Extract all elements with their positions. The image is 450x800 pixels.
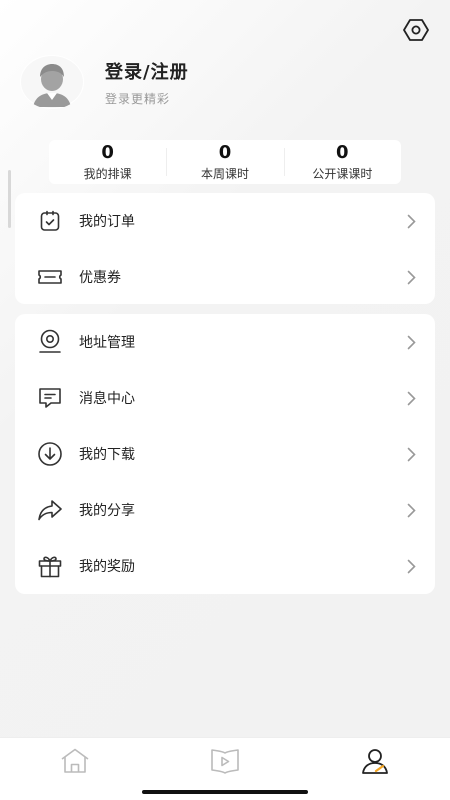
menu-label: 地址管理 [79, 335, 135, 351]
menu-label: 消息中心 [79, 391, 135, 407]
menu-item-share[interactable]: 我的分享 [15, 482, 435, 538]
menu-card-secondary: 地址管理 消息中心 我的下载 我的分享 我的奖励 [15, 314, 435, 594]
stat-public-class-hours[interactable]: 0 公开课课时 [283, 140, 401, 184]
stat-label: 本周课时 [200, 166, 249, 181]
share-arrow-icon [36, 496, 64, 524]
chevron-right-icon [405, 269, 417, 285]
chevron-right-icon [405, 446, 417, 462]
login-subtitle: 登录更精彩 [105, 91, 171, 106]
menu-label: 我的奖励 [79, 559, 135, 575]
chevron-right-icon [405, 213, 417, 229]
menu-item-coupons[interactable]: 优惠券 [15, 249, 435, 305]
menu-label: 我的订单 [79, 214, 135, 230]
default-avatar-icon [21, 56, 83, 108]
home-indicator-bar[interactable] [142, 790, 308, 794]
hexagon-eye-settings-icon [403, 19, 429, 41]
chevron-right-icon [405, 334, 417, 350]
avatar[interactable] [20, 55, 84, 109]
stat-label: 我的排课 [83, 166, 132, 181]
scroll-indicator [8, 170, 11, 228]
profile-header[interactable]: 登录/注册 登录更精彩 [20, 55, 189, 109]
tab-profile[interactable] [300, 738, 450, 800]
login-register-title[interactable]: 登录/注册 [105, 58, 189, 84]
location-pin-icon [36, 328, 64, 356]
stat-value: 0 [101, 141, 114, 163]
stat-value: 0 [218, 141, 232, 163]
menu-label: 优惠券 [79, 270, 121, 286]
gift-box-icon [36, 552, 64, 580]
chevron-right-icon [405, 502, 417, 518]
video-play-icon [211, 749, 239, 774]
menu-item-address[interactable]: 地址管理 [15, 314, 435, 370]
settings-button[interactable] [402, 16, 430, 44]
menu-card-primary: 我的订单 优惠券 [15, 193, 435, 304]
download-circle-icon [36, 440, 64, 468]
stats-panel: 0 我的排课 0 本周课时 0 公开课课时 [49, 140, 401, 184]
menu-item-orders[interactable]: 我的订单 [15, 193, 435, 249]
chevron-right-icon [405, 390, 417, 406]
profile-icon [362, 749, 388, 774]
menu-label: 我的分享 [79, 503, 135, 519]
home-icon [61, 748, 89, 773]
stat-my-schedule[interactable]: 0 我的排课 [49, 140, 166, 184]
stat-value: 0 [336, 141, 349, 163]
order-clipboard-icon [36, 207, 64, 235]
menu-item-messages[interactable]: 消息中心 [15, 370, 435, 426]
message-bubble-icon [36, 384, 64, 412]
tab-home[interactable] [0, 738, 150, 800]
chevron-right-icon [405, 558, 417, 574]
menu-item-downloads[interactable]: 我的下载 [15, 426, 435, 482]
stat-weekly-hours[interactable]: 0 本周课时 [166, 140, 283, 184]
menu-label: 我的下载 [79, 447, 135, 463]
coupon-ticket-icon [36, 263, 64, 291]
stat-label: 公开课课时 [312, 166, 373, 181]
menu-item-rewards[interactable]: 我的奖励 [15, 538, 435, 594]
